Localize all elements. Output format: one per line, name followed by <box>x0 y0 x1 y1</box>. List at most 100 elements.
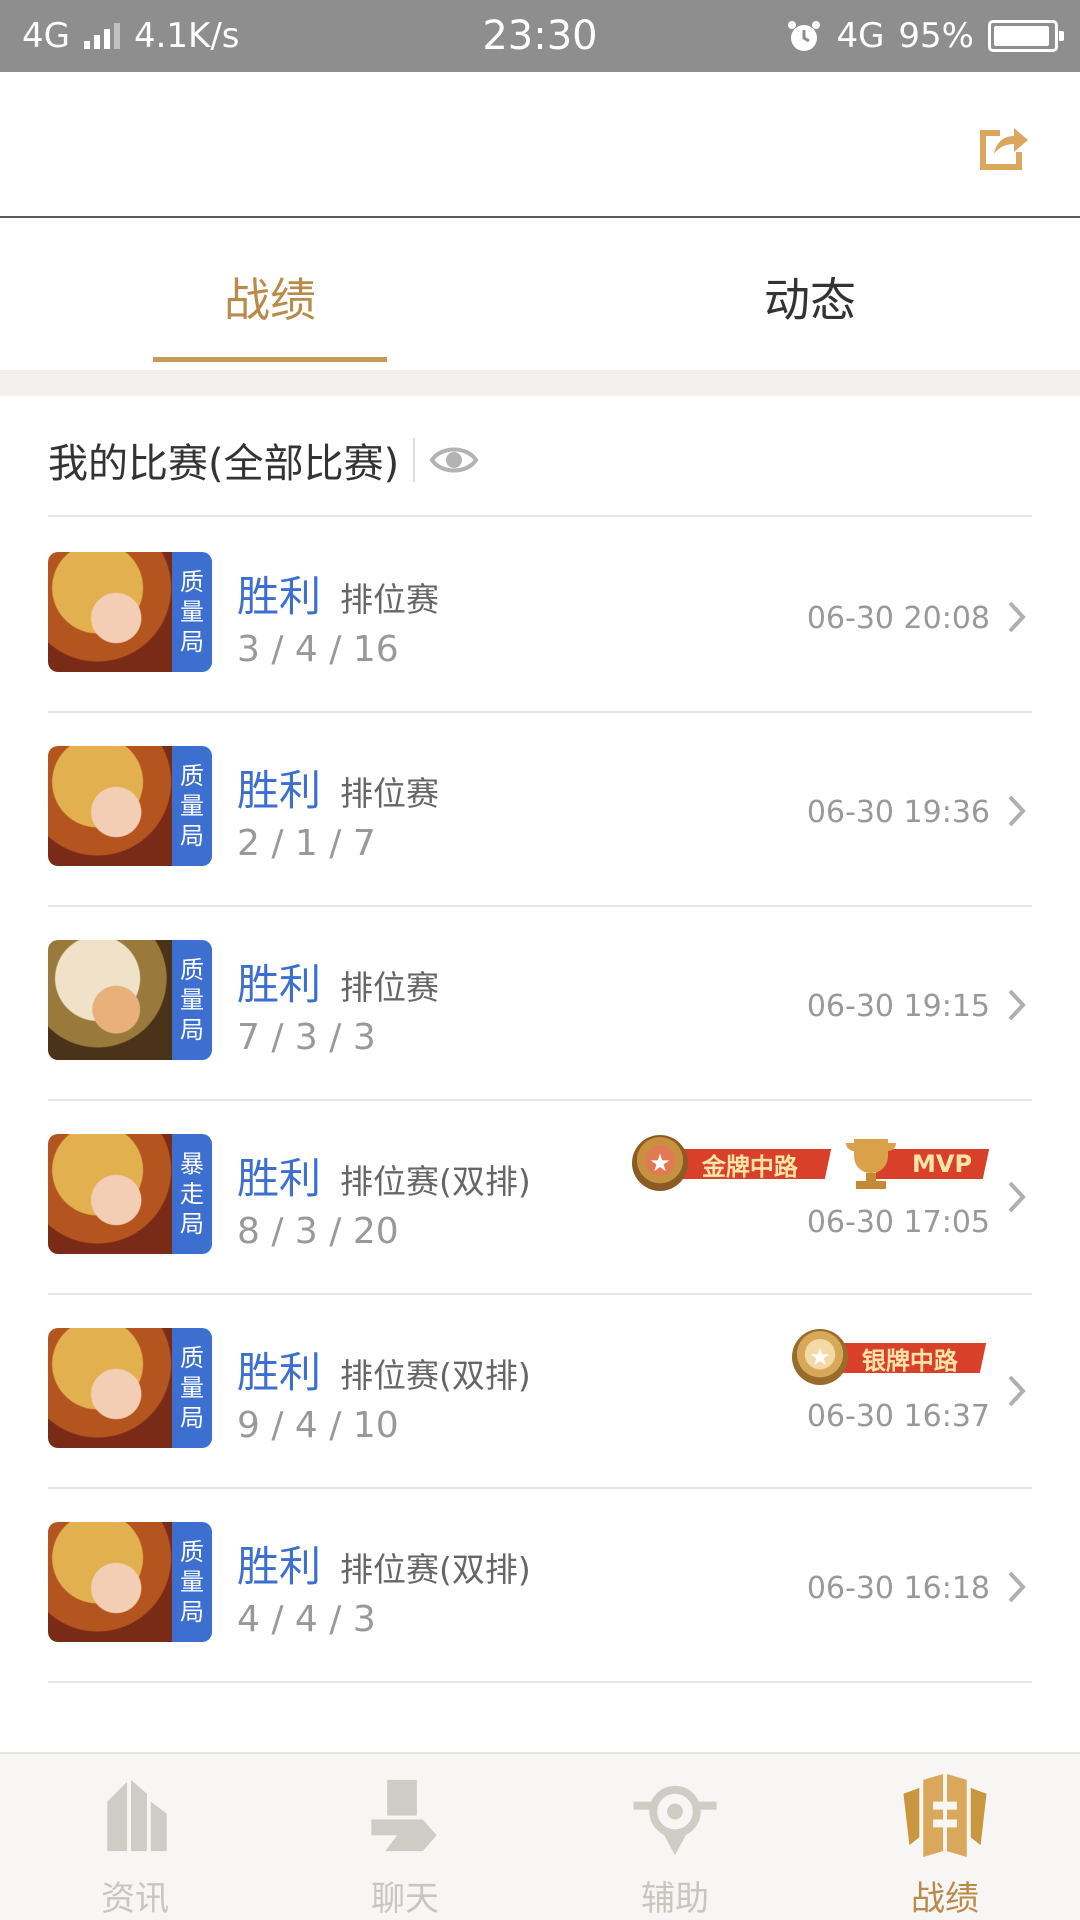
match-time: 06-30 16:18 <box>806 1571 990 1606</box>
medal-icon: ★ <box>632 1135 688 1191</box>
divider <box>413 438 416 482</box>
bottom-nav: 资讯 聊天 辅助 战绩 <box>0 1752 1080 1920</box>
tab-activity-label: 动态 <box>764 273 856 327</box>
eye-icon[interactable] <box>429 442 479 478</box>
record-icon <box>903 1773 987 1858</box>
tab-record[interactable]: 战绩 <box>0 220 540 370</box>
chevron-right-icon <box>1008 601 1026 633</box>
news-icon <box>107 1779 167 1852</box>
network-type-right: 4G <box>836 16 885 56</box>
nav-label-chat: 聊天 <box>371 1879 439 1919</box>
battery-percent: 95% <box>898 16 974 56</box>
status-left: 4G 4.1K/s <box>22 16 240 56</box>
tag-char: 质 <box>180 1538 204 1566</box>
network-speed: 4.1K/s <box>133 16 240 56</box>
match-result: 胜利 <box>237 1154 322 1203</box>
match-mode: 排位赛(双排) <box>340 1162 531 1201</box>
match-quality-tag: 质量局 <box>172 552 212 672</box>
section-header: 我的比赛(全部比赛) <box>48 430 479 490</box>
match-mode: 排位赛(双排) <box>340 1550 531 1589</box>
match-mode: 排位赛(双排) <box>340 1356 531 1395</box>
network-type: 4G <box>22 16 70 56</box>
status-right: 4G 95% <box>786 16 1064 56</box>
tag-char: 质 <box>180 568 204 596</box>
nav-item-chat[interactable]: 聊天 <box>270 1754 540 1920</box>
nav-label-assist: 辅助 <box>641 1879 709 1919</box>
chevron-right-icon <box>1008 989 1026 1021</box>
nav-item-news[interactable]: 资讯 <box>0 1754 270 1920</box>
tab-bar: 战绩 动态 <box>0 220 1080 370</box>
match-quality-tag: 质量局 <box>172 1522 212 1642</box>
tag-char: 局 <box>180 1210 204 1238</box>
match-row[interactable]: 质量局胜利 排位赛 7 / 3 / 3 06-30 19:15 <box>0 905 1080 1101</box>
match-result: 胜利 <box>237 960 322 1009</box>
badge-label: 金牌中路 <box>702 1152 798 1181</box>
status-bar: 4G 4.1K/s 23:30 4G 95% <box>0 0 1080 72</box>
assist-icon <box>633 1785 717 1856</box>
match-mode: 排位赛 <box>340 580 439 619</box>
section-divider <box>0 370 1080 396</box>
match-time: 06-30 16:37 <box>806 1399 990 1434</box>
match-result: 胜利 <box>237 572 322 621</box>
match-time: 06-30 20:08 <box>806 601 990 636</box>
tab-activity[interactable]: 动态 <box>540 220 1080 370</box>
match-row[interactable]: 质量局胜利 排位赛 3 / 4 / 16 06-30 20:08 <box>0 517 1080 713</box>
match-kda: 2 / 1 / 7 <box>237 823 376 864</box>
alarm-icon <box>788 21 821 51</box>
hero-portrait <box>48 1328 172 1448</box>
chat-icon <box>371 1779 437 1852</box>
chevron-right-icon <box>1008 1375 1026 1407</box>
row-divider <box>48 1681 1032 1683</box>
hero-avatar: 质量局 <box>48 940 212 1060</box>
match-kda: 9 / 4 / 10 <box>237 1405 399 1446</box>
tag-char: 量 <box>180 1374 204 1402</box>
tag-char: 质 <box>180 956 204 984</box>
tag-char: 量 <box>180 792 204 820</box>
match-result: 胜利 <box>237 766 322 815</box>
badge-silver-mid: 银牌中路 ★ <box>792 1329 987 1385</box>
match-row[interactable]: 质量局胜利 排位赛(双排) 4 / 4 / 3 06-30 16:18 <box>0 1487 1080 1683</box>
trophy-icon <box>846 1139 896 1189</box>
match-list: 质量局胜利 排位赛 3 / 4 / 16 06-30 20:08 质量局胜利 排位赛 2 /… <box>0 517 1080 1683</box>
tag-char: 局 <box>180 628 204 656</box>
badge-gold-mid: 金牌中路 ★ <box>632 1135 832 1191</box>
battery-icon <box>988 20 1064 52</box>
badge-mvp: MVP <box>842 1135 990 1191</box>
hero-portrait <box>48 1522 172 1642</box>
tag-char: 暴 <box>180 1150 204 1178</box>
match-kda: 8 / 3 / 20 <box>237 1211 399 1252</box>
chevron-right-icon <box>1008 1181 1026 1213</box>
match-row[interactable]: 暴走局胜利 排位赛(双排) 8 / 3 / 20 06-30 17:05 金牌中路 ★ MV… <box>0 1099 1080 1295</box>
nav-item-assist[interactable]: 辅助 <box>540 1754 810 1920</box>
chevron-right-icon <box>1008 1571 1026 1603</box>
hero-avatar: 质量局 <box>48 1328 212 1448</box>
tag-char: 量 <box>180 986 204 1014</box>
hero-portrait <box>48 1134 172 1254</box>
share-icon[interactable] <box>974 116 1030 172</box>
hero-portrait <box>48 552 172 672</box>
tag-char: 量 <box>180 1568 204 1596</box>
match-mode: 排位赛 <box>340 968 439 1007</box>
tab-underline <box>153 357 387 362</box>
match-time: 06-30 19:15 <box>806 989 990 1024</box>
hero-avatar: 质量局 <box>48 746 212 866</box>
match-row[interactable]: 质量局胜利 排位赛(双排) 9 / 4 / 10 06-30 16:37 银牌中路 ★ <box>0 1293 1080 1489</box>
match-result: 胜利 <box>237 1542 322 1591</box>
match-time: 06-30 17:05 <box>806 1205 990 1240</box>
match-mode: 排位赛 <box>340 774 439 813</box>
badge-label: 银牌中路 <box>862 1346 958 1375</box>
match-quality-tag: 质量局 <box>172 940 212 1060</box>
nav-item-record[interactable]: 战绩 <box>810 1754 1080 1920</box>
chevron-right-icon <box>1008 795 1026 827</box>
section-title[interactable]: 我的比赛(全部比赛) <box>48 431 399 489</box>
top-header <box>0 72 1080 218</box>
match-time: 06-30 19:36 <box>806 795 990 830</box>
hero-avatar: 质量局 <box>48 1522 212 1642</box>
tab-record-label: 战绩 <box>224 273 316 327</box>
match-quality-tag: 质量局 <box>172 1328 212 1448</box>
tag-char: 局 <box>180 822 204 850</box>
medal-icon: ★ <box>792 1329 848 1385</box>
tag-char: 量 <box>180 598 204 626</box>
hero-portrait <box>48 746 172 866</box>
match-row[interactable]: 质量局胜利 排位赛 2 / 1 / 7 06-30 19:36 <box>0 711 1080 907</box>
